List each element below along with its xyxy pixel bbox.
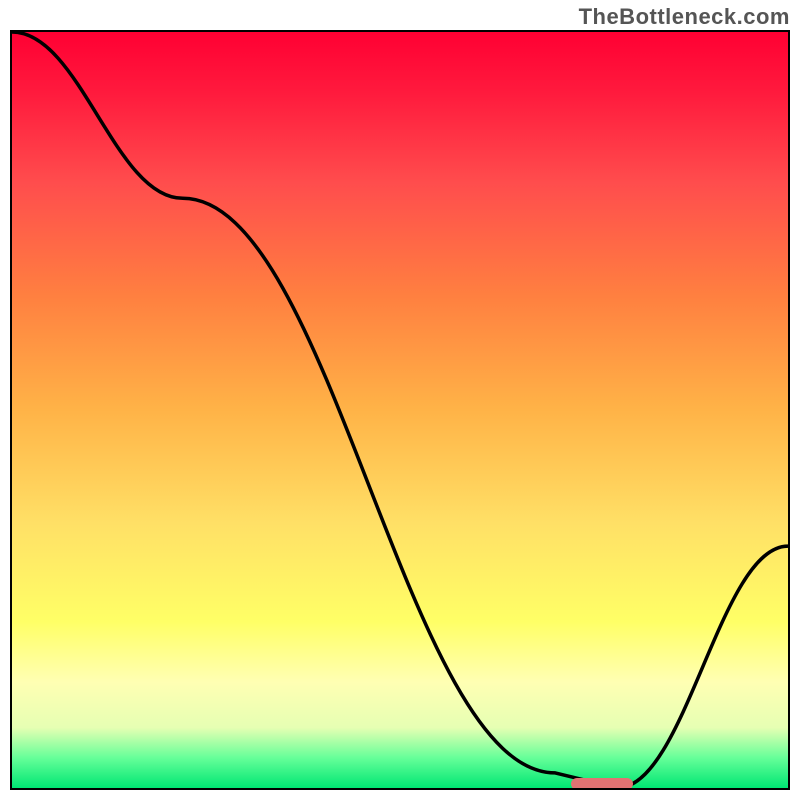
chart-container: TheBottleneck.com (0, 0, 800, 800)
watermark-text: TheBottleneck.com (579, 4, 790, 30)
line-curve-svg (12, 32, 788, 788)
optimal-range-marker (571, 778, 633, 790)
bottleneck-curve-path (12, 32, 788, 788)
plot-area (10, 30, 790, 790)
